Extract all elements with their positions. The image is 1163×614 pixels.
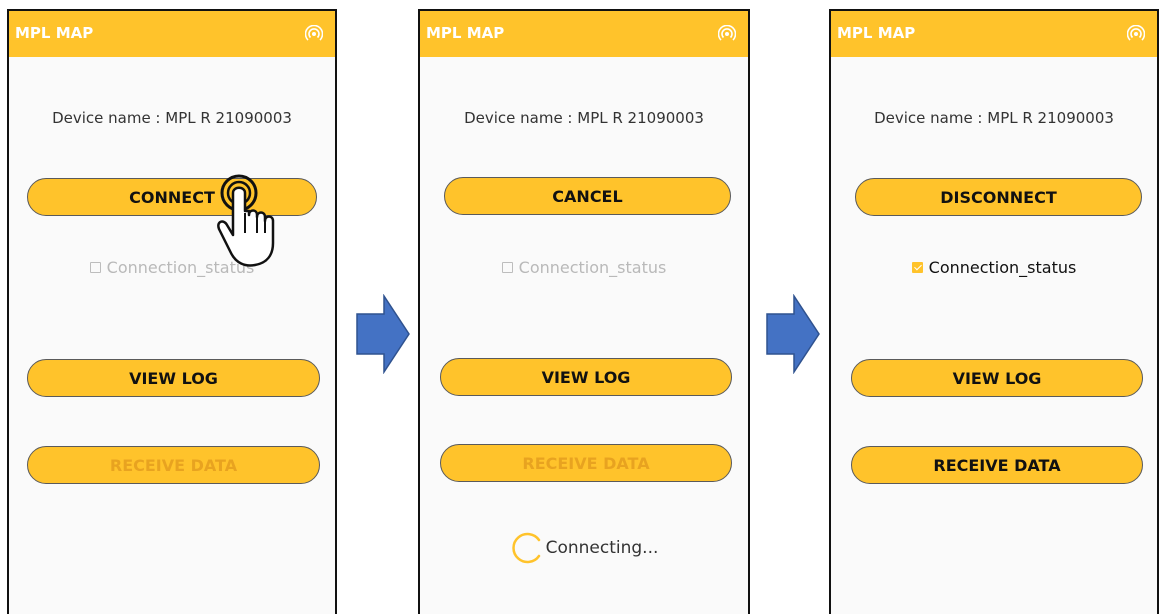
device-name: Device name : MPL R 21090003 (464, 109, 704, 127)
receive-data-button[interactable]: RECEIVE DATA (27, 446, 320, 484)
connecting-indicator: Connecting... (420, 531, 748, 565)
wifi-icon (718, 25, 736, 41)
app-title: MPL MAP (837, 24, 916, 42)
connection-status-label: Connection_status (928, 258, 1077, 277)
app-bar: MPL MAP (420, 11, 748, 57)
app-title: MPL MAP (426, 24, 505, 42)
screen-3-connected: MPL MAP Device name : MPL R 21090003 DIS… (829, 9, 1159, 614)
connection-status[interactable]: Connection_status (420, 258, 748, 277)
connection-status-label: Connection_status (518, 258, 667, 277)
wifi-icon (305, 25, 323, 41)
screen-1-disconnected: MPL MAP Device name : MPL R 21090003 CON… (7, 9, 337, 614)
view-log-button[interactable]: VIEW LOG (851, 359, 1143, 397)
screen-2-connecting: MPL MAP Device name : MPL R 21090003 CAN… (418, 9, 750, 614)
view-log-button[interactable]: VIEW LOG (27, 359, 320, 397)
app-title: MPL MAP (15, 24, 94, 42)
app-bar: MPL MAP (9, 11, 335, 57)
device-name: Device name : MPL R 21090003 (874, 109, 1114, 127)
receive-data-button[interactable]: RECEIVE DATA (440, 444, 732, 482)
loading-spinner-icon (511, 532, 540, 564)
device-name: Device name : MPL R 21090003 (52, 109, 292, 127)
checkbox-icon[interactable] (89, 262, 101, 273)
view-log-button[interactable]: VIEW LOG (440, 358, 732, 396)
right-arrow-icon (356, 294, 410, 374)
disconnect-button[interactable]: DISCONNECT (855, 178, 1142, 216)
connection-status[interactable]: Connection_status (831, 258, 1157, 277)
connection-status[interactable]: Connection_status (9, 258, 335, 277)
wifi-icon (1127, 25, 1145, 41)
tap-hand-icon (217, 174, 275, 267)
cancel-button[interactable]: CANCEL (444, 177, 731, 215)
connecting-text: Connecting... (545, 538, 659, 558)
checkbox-icon[interactable] (501, 262, 513, 273)
right-arrow-icon (766, 294, 820, 374)
checkbox-icon[interactable] (911, 262, 923, 273)
app-bar: MPL MAP (831, 11, 1157, 57)
receive-data-button[interactable]: RECEIVE DATA (851, 446, 1143, 484)
